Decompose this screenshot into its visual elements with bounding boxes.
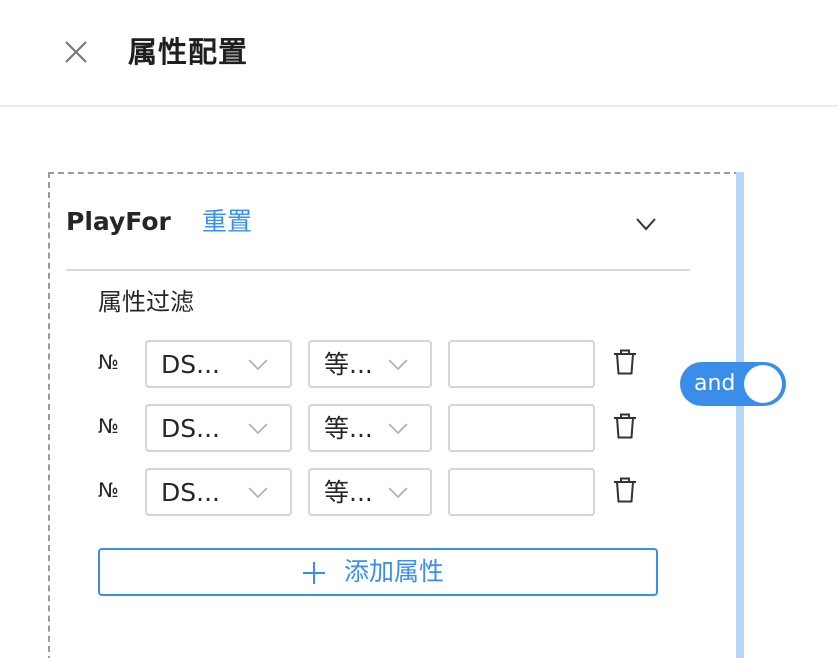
chevron-down-icon bbox=[388, 359, 408, 371]
value-input[interactable] bbox=[448, 340, 595, 388]
field-select-value: DS... bbox=[161, 350, 220, 379]
drawer-header: 属性配置 bbox=[0, 0, 838, 107]
field-select[interactable]: DS... bbox=[145, 468, 292, 516]
add-attribute-label: 添加属性 bbox=[344, 557, 445, 586]
field-select-value: DS... bbox=[161, 414, 220, 443]
attribute-filter-label: 属性过滤 bbox=[98, 288, 194, 316]
chevron-down-icon bbox=[388, 423, 408, 435]
number-sign-icon: № bbox=[98, 478, 119, 502]
chevron-down-icon bbox=[248, 487, 268, 499]
trash-icon[interactable] bbox=[612, 348, 638, 376]
operator-select-value: 等... bbox=[324, 414, 373, 443]
page-title: 属性配置 bbox=[128, 35, 249, 69]
logic-toggle-label: and bbox=[694, 371, 736, 396]
reset-link[interactable]: 重置 bbox=[202, 204, 252, 240]
trash-icon[interactable] bbox=[612, 476, 638, 504]
chevron-down-icon bbox=[248, 423, 268, 435]
filter-row: № DS... 等... bbox=[0, 404, 700, 452]
chevron-down-icon bbox=[388, 487, 408, 499]
field-select[interactable]: DS... bbox=[145, 340, 292, 388]
logic-connector-bar bbox=[736, 172, 744, 658]
trash-icon[interactable] bbox=[612, 412, 638, 440]
operator-select[interactable]: 等... bbox=[308, 340, 432, 388]
add-attribute-button[interactable]: 添加属性 bbox=[98, 548, 658, 596]
operator-select-value: 等... bbox=[324, 350, 373, 379]
filter-row: № DS... 等... bbox=[0, 468, 700, 516]
section-divider bbox=[66, 269, 690, 271]
close-icon[interactable] bbox=[62, 38, 90, 66]
operator-select[interactable]: 等... bbox=[308, 468, 432, 516]
field-select-value: DS... bbox=[161, 478, 220, 507]
operator-select-value: 等... bbox=[324, 478, 373, 507]
number-sign-icon: № bbox=[98, 414, 119, 438]
toggle-knob bbox=[744, 365, 782, 403]
field-select[interactable]: DS... bbox=[145, 404, 292, 452]
plus-icon bbox=[303, 562, 325, 584]
group-name: PlayFor bbox=[66, 207, 171, 236]
value-input[interactable] bbox=[448, 468, 595, 516]
number-sign-icon: № bbox=[98, 350, 119, 374]
operator-select[interactable]: 等... bbox=[308, 404, 432, 452]
filter-row: № DS... 等... bbox=[0, 340, 700, 388]
value-input[interactable] bbox=[448, 404, 595, 452]
logic-toggle[interactable]: and bbox=[680, 362, 786, 406]
chevron-down-icon[interactable] bbox=[632, 210, 660, 238]
chevron-down-icon bbox=[248, 359, 268, 371]
